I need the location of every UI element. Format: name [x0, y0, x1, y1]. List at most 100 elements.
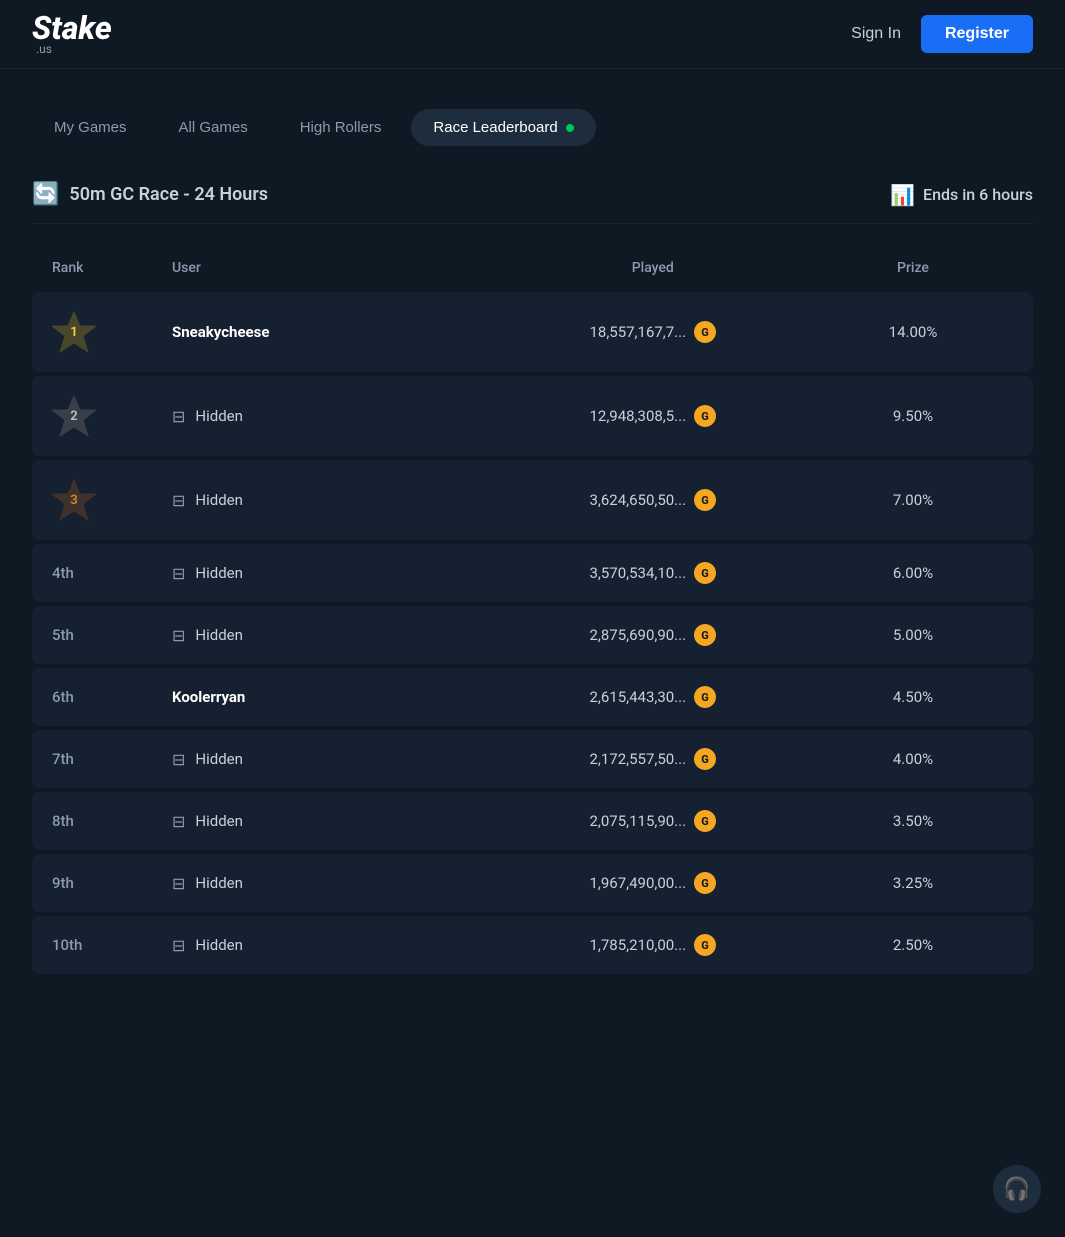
- logo: Stake .us: [32, 12, 112, 56]
- played-value: 2,172,557,50...: [589, 750, 686, 768]
- played-value: 3,624,650,50...: [589, 491, 686, 509]
- username: Hidden: [195, 491, 243, 509]
- played-value: 18,557,167,7...: [589, 323, 686, 341]
- prize-cell: 4.50%: [813, 688, 1013, 706]
- prize-value: 4.00%: [893, 750, 933, 768]
- rank-text: 6th: [52, 688, 74, 706]
- user-cell: ⊟ Hidden: [172, 564, 493, 583]
- hidden-icon: ⊟: [172, 812, 185, 831]
- support-button[interactable]: 🎧: [993, 1165, 1041, 1213]
- username: Hidden: [195, 564, 243, 582]
- prize-value: 5.00%: [893, 626, 933, 644]
- tab-high-rollers[interactable]: High Rollers: [278, 109, 404, 146]
- hidden-icon: ⊟: [172, 564, 185, 583]
- hidden-icon: ⊟: [172, 407, 185, 426]
- table-row: 9th ⊟ Hidden 1,967,490,00... G 3.25%: [32, 854, 1033, 912]
- rank-cell: 8th: [52, 812, 172, 830]
- col-played-header: Played: [493, 260, 814, 276]
- svg-text:1: 1: [70, 325, 77, 340]
- rank-text: 8th: [52, 812, 74, 830]
- main-content: My Games All Games High Rollers Race Lea…: [0, 69, 1065, 1010]
- table-row: 7th ⊟ Hidden 2,172,557,50... G 4.00%: [32, 730, 1033, 788]
- table-row: 10th ⊟ Hidden 1,785,210,00... G 2.50%: [32, 916, 1033, 974]
- prize-cell: 4.00%: [813, 750, 1013, 768]
- gc-badge: G: [694, 748, 716, 770]
- played-cell: 18,557,167,7... G: [493, 321, 814, 343]
- table-row: 8th ⊟ Hidden 2,075,115,90... G 3.50%: [32, 792, 1033, 850]
- played-cell: 2,615,443,30... G: [493, 686, 814, 708]
- username: Hidden: [195, 407, 243, 425]
- tabs-nav: My Games All Games High Rollers Race Lea…: [32, 109, 1033, 146]
- header-actions: Sign In Register: [851, 15, 1033, 53]
- played-cell: 3,624,650,50... G: [493, 489, 814, 511]
- rank-text: 4th: [52, 564, 74, 582]
- hidden-icon: ⊟: [172, 874, 185, 893]
- register-button[interactable]: Register: [921, 15, 1033, 53]
- user-cell: ⊟ Hidden: [172, 626, 493, 645]
- rank-cell: 6th: [52, 688, 172, 706]
- played-cell: 2,075,115,90... G: [493, 810, 814, 832]
- prize-cell: 6.00%: [813, 564, 1013, 582]
- tab-race-leaderboard[interactable]: Race Leaderboard: [411, 109, 595, 146]
- rank-cell: 2: [52, 394, 172, 438]
- race-header: 🔄 50m GC Race - 24 Hours 📊 Ends in 6 hou…: [32, 182, 1033, 224]
- rank-cell: 3: [52, 478, 172, 522]
- rank-cell: 1: [52, 310, 172, 354]
- rank-text: 10th: [52, 936, 82, 954]
- user-cell: ⊟ Hidden: [172, 812, 493, 831]
- table-row: 1 Sneakycheese 18,557,167,7... G 14.00%: [32, 292, 1033, 372]
- rank-badge-3: 3: [52, 478, 96, 522]
- user-cell: ⊟ Hidden: [172, 936, 493, 955]
- played-value: 3,570,534,10...: [589, 564, 686, 582]
- col-prize-header: Prize: [813, 260, 1013, 276]
- rank-badge-1: 1: [52, 310, 96, 354]
- hidden-icon: ⊟: [172, 936, 185, 955]
- played-value: 1,967,490,00...: [589, 874, 686, 892]
- user-cell: ⊟ Hidden: [172, 407, 493, 426]
- played-cell: 1,785,210,00... G: [493, 934, 814, 956]
- rank-cell: 4th: [52, 564, 172, 582]
- race-ends-text: Ends in 6 hours: [923, 185, 1033, 204]
- played-value: 12,948,308,5...: [589, 407, 686, 425]
- gc-badge: G: [694, 686, 716, 708]
- username: Sneakycheese: [172, 323, 269, 341]
- logo-main: Stake: [32, 12, 112, 44]
- race-title: 🔄 50m GC Race - 24 Hours: [32, 182, 268, 207]
- hidden-icon: ⊟: [172, 491, 185, 510]
- tab-all-games[interactable]: All Games: [157, 109, 270, 146]
- gc-badge: G: [694, 934, 716, 956]
- svg-text:3: 3: [70, 493, 77, 508]
- played-cell: 12,948,308,5... G: [493, 405, 814, 427]
- prize-cell: 3.25%: [813, 874, 1013, 892]
- played-cell: 2,875,690,90... G: [493, 624, 814, 646]
- hidden-icon: ⊟: [172, 626, 185, 645]
- rank-text: 9th: [52, 874, 74, 892]
- username: Hidden: [195, 626, 243, 644]
- prize-cell: 14.00%: [813, 323, 1013, 341]
- active-dot-icon: [566, 124, 574, 132]
- played-value: 2,075,115,90...: [589, 812, 686, 830]
- table-row: 3 ⊟ Hidden 3,624,650,50... G 7.00%: [32, 460, 1033, 540]
- played-cell: 2,172,557,50... G: [493, 748, 814, 770]
- user-cell: ⊟ Hidden: [172, 750, 493, 769]
- table-header: Rank User Played Prize: [32, 248, 1033, 288]
- svg-text:2: 2: [70, 409, 77, 424]
- prize-cell: 9.50%: [813, 407, 1013, 425]
- race-ends: 📊 Ends in 6 hours: [890, 183, 1033, 207]
- rank-text: 5th: [52, 626, 74, 644]
- user-cell: ⊟ Hidden: [172, 874, 493, 893]
- prize-cell: 2.50%: [813, 936, 1013, 954]
- rank-text: 7th: [52, 750, 74, 768]
- ends-icon: 📊: [890, 183, 915, 207]
- tab-my-games[interactable]: My Games: [32, 109, 149, 146]
- prize-value: 6.00%: [893, 564, 933, 582]
- race-title-text: 50m GC Race - 24 Hours: [69, 184, 268, 205]
- sign-in-button[interactable]: Sign In: [851, 25, 901, 43]
- username: Hidden: [195, 874, 243, 892]
- prize-value: 14.00%: [889, 323, 938, 341]
- header: Stake .us Sign In Register: [0, 0, 1065, 69]
- table-row: 4th ⊟ Hidden 3,570,534,10... G 6.00%: [32, 544, 1033, 602]
- gc-badge: G: [694, 405, 716, 427]
- played-value: 2,875,690,90...: [589, 626, 686, 644]
- rank-cell: 7th: [52, 750, 172, 768]
